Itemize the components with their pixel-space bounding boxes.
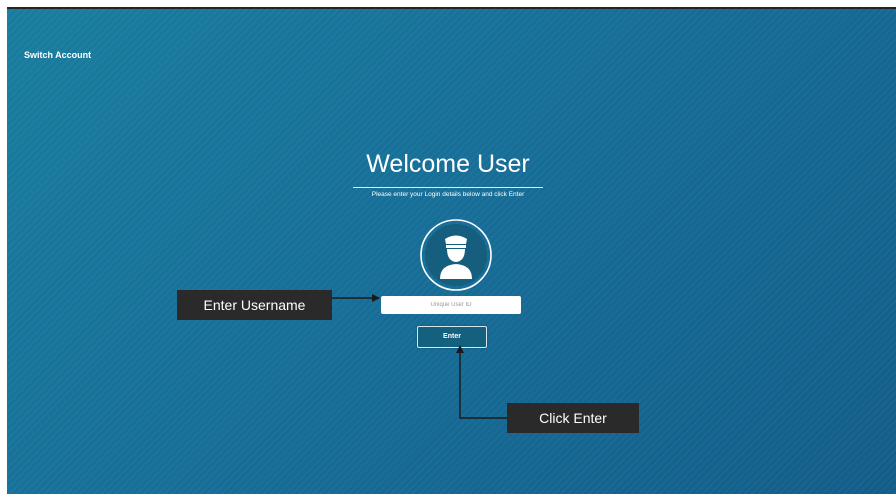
login-screen: Switch Account Welcome User Please enter… <box>7 7 896 494</box>
annotation-arrows <box>332 294 507 419</box>
enter-arrow <box>456 345 507 419</box>
